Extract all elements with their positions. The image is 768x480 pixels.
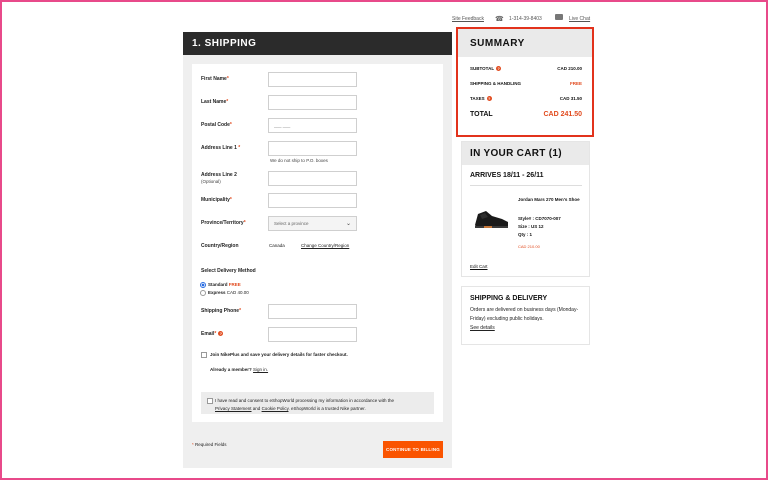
order-summary: SUMMARY SUBTOTAL? CAD 210.00 SHIPPING & … — [456, 27, 594, 137]
subtotal-row: SUBTOTAL? CAD 210.00 — [470, 66, 582, 72]
shipping-handling-value: FREE — [569, 81, 582, 86]
arrival-dates: ARRIVES 18/11 - 26/11 — [470, 172, 544, 179]
delivery-info-text: Orders are delivered on business days (M… — [470, 307, 579, 331]
first-name-input[interactable] — [268, 72, 357, 87]
postal-code-input[interactable] — [268, 118, 357, 133]
info-icon[interactable]: ? — [218, 331, 224, 337]
province-select[interactable]: Select a province ⌄ — [268, 216, 357, 231]
province-select-value: Select a province — [274, 221, 309, 226]
last-name-input[interactable] — [268, 95, 357, 110]
municipality-label: Municipality* — [201, 197, 232, 203]
edit-cart-link[interactable]: Edit Cart — [470, 264, 488, 269]
phone-number: 1-314-39-8403 — [509, 16, 542, 22]
sign-in-link[interactable]: Sign in. — [253, 367, 268, 372]
product-name: Jordan Mars 270 Men's Shoe — [518, 197, 580, 202]
see-details-link[interactable]: See details — [470, 325, 495, 331]
product-style: Style# : CD7070-007 — [518, 216, 561, 221]
email-input[interactable] — [268, 327, 357, 342]
total-row: TOTAL CAD 241.50 — [470, 111, 582, 118]
taxes-row: TAXES? CAD 31.50 — [470, 96, 582, 102]
postal-code-label: Postal Code* — [201, 122, 232, 128]
product-price: CAD 210.00 — [518, 244, 540, 249]
continue-to-billing-button[interactable]: CONTINUE TO BILLING — [383, 441, 443, 458]
province-label: Province/Territory* — [201, 220, 246, 226]
shipping-phone-label: Shipping Phone* — [201, 308, 242, 314]
already-member-text: Already a member? Sign in. — [210, 367, 269, 372]
address1-note: We do not ship to P.O. boxes — [270, 158, 328, 163]
chat-icon — [555, 14, 563, 20]
address2-optional: (Optional) — [201, 179, 221, 184]
delivery-method-heading: Select Delivery Method — [201, 268, 256, 274]
site-feedback-link[interactable]: Site Feedback — [452, 16, 484, 22]
first-name-label: First Name* — [201, 76, 229, 82]
join-nikeplus-text: Join NikePlus and save your delivery det… — [210, 352, 348, 357]
express-delivery-radio[interactable] — [200, 290, 206, 296]
chevron-down-icon: ⌄ — [345, 221, 351, 227]
info-icon[interactable]: ? — [496, 66, 502, 72]
join-nikeplus-checkbox[interactable] — [201, 352, 207, 358]
product-size: Size : US 12 — [518, 224, 544, 229]
product-qty: Qty : 1 — [518, 232, 533, 237]
privacy-statement-link[interactable]: Privacy Statement — [215, 406, 252, 411]
shipping-phone-input[interactable] — [268, 304, 357, 319]
change-country-link[interactable]: Change Country/Region — [301, 243, 349, 248]
subtotal-value: CAD 210.00 — [557, 66, 582, 71]
divider — [470, 185, 582, 186]
last-name-label: Last Name* — [201, 99, 229, 105]
cookie-policy-link[interactable]: Cookie Policy — [262, 406, 289, 411]
shipping-header: 1. SHIPPING — [183, 32, 452, 55]
taxes-value: CAD 31.50 — [559, 96, 582, 101]
country-value: Canada — [269, 243, 285, 248]
address1-label: Address Line 1 * — [201, 145, 241, 151]
shipping-handling-row: SHIPPING & HANDLING FREE — [470, 81, 582, 86]
address2-input[interactable] — [268, 171, 357, 186]
phone-icon: ☎ — [495, 16, 504, 23]
delivery-info-title: SHIPPING & DELIVERY — [470, 295, 548, 302]
cart-panel: IN YOUR CART (1) ARRIVES 18/11 - 26/11 J… — [461, 141, 590, 277]
cart-title: IN YOUR CART (1) — [462, 142, 589, 165]
municipality-input[interactable] — [268, 193, 357, 208]
country-label: Country/Region — [201, 243, 239, 249]
standard-delivery-label: Standard FREE — [208, 282, 241, 287]
required-fields-note: * Required Fields — [192, 442, 227, 447]
consent-box: I have read and consent to eShopWorld pr… — [201, 392, 434, 414]
consent-text: I have read and consent to eShopWorld pr… — [215, 398, 395, 411]
express-delivery-label: Express CAD 40.00 — [208, 290, 249, 295]
info-icon[interactable]: ? — [486, 96, 492, 102]
email-label: Email*? — [201, 331, 224, 337]
product-shoe-image — [475, 211, 508, 228]
address2-label: Address Line 2 — [201, 172, 237, 178]
address1-input[interactable] — [268, 141, 357, 156]
standard-delivery-radio[interactable] — [200, 282, 206, 288]
live-chat-link[interactable]: Live Chat — [569, 16, 590, 22]
consent-checkbox[interactable] — [207, 398, 213, 404]
total-value: CAD 241.50 — [543, 111, 582, 118]
shipping-delivery-info: SHIPPING & DELIVERY Orders are delivered… — [461, 286, 590, 345]
summary-title: SUMMARY — [458, 29, 592, 57]
